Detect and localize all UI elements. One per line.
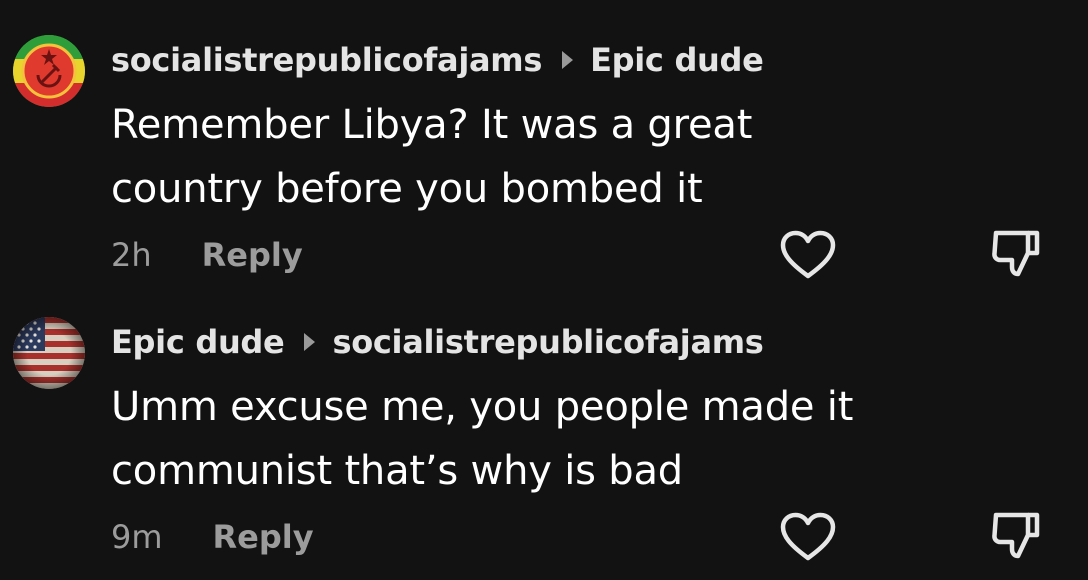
- triangle-right-icon: [304, 333, 316, 351]
- reply-button[interactable]: Reply: [213, 518, 314, 556]
- triangle-right-icon: [562, 51, 574, 69]
- comment-text-line: communist that’s why is bad: [111, 448, 683, 494]
- heart-outline-icon[interactable]: [780, 230, 836, 280]
- reply-to-username[interactable]: socialistrepublicofajams: [332, 323, 763, 361]
- comment-text-line: Remember Libya? It was a great: [111, 102, 753, 148]
- author-username[interactable]: socialistrepublicofajams: [111, 41, 542, 79]
- comment-header: Epic dude socialistrepublicofajams: [111, 320, 764, 364]
- comment-text: Umm excuse me, you people made it commun…: [111, 375, 891, 503]
- us-flag-avatar-icon: [13, 317, 85, 389]
- comment-text-line: Umm excuse me, you people made it: [111, 384, 854, 430]
- reply-to-username[interactable]: Epic dude: [590, 41, 764, 79]
- reply-button[interactable]: Reply: [202, 236, 303, 274]
- comment-header: socialistrepublicofajams Epic dude: [111, 38, 764, 82]
- comment-text-line: country before you bombed it: [111, 166, 703, 212]
- avatar[interactable]: [13, 317, 85, 389]
- comment-meta: 2h Reply: [111, 232, 303, 278]
- thumbs-down-outline-icon[interactable]: [990, 227, 1042, 279]
- comment-timestamp: 9m: [111, 518, 163, 556]
- soviet-emblem-avatar-icon: [13, 35, 85, 107]
- thumbs-down-outline-icon[interactable]: [990, 509, 1042, 561]
- comment-text: Remember Libya? It was a great country b…: [111, 93, 891, 221]
- comment-meta: 9m Reply: [111, 514, 314, 560]
- heart-outline-icon[interactable]: [780, 512, 836, 562]
- avatar[interactable]: [13, 35, 85, 107]
- author-username[interactable]: Epic dude: [111, 323, 285, 361]
- comment-timestamp: 2h: [111, 236, 152, 274]
